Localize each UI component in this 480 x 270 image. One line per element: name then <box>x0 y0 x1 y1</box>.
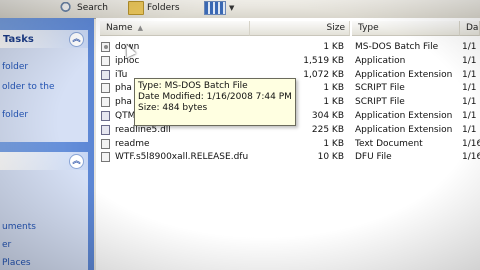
views-icon <box>204 0 226 15</box>
file-date: 1/1 <box>462 124 477 135</box>
file-row[interactable]: readme 1 KB Text Document 1/16/ <box>96 138 480 150</box>
column-header-name[interactable]: Name ▲ <box>100 21 250 36</box>
file-date: 1/1 <box>462 69 477 80</box>
file-icon <box>101 69 110 80</box>
file-size: 1,519 KB <box>303 55 344 66</box>
tasks-panel-header[interactable]: Tasks ︽ <box>0 30 88 48</box>
file-name: readme <box>115 138 150 149</box>
file-icon <box>101 83 110 94</box>
file-type: Application Extension <box>355 69 453 80</box>
file-name: iTu <box>115 69 128 80</box>
task-link-2[interactable]: older to the <box>2 82 54 92</box>
file-name: pha <box>115 97 132 108</box>
file-size: 225 KB <box>311 124 344 135</box>
column-header-date[interactable]: Da <box>460 21 480 36</box>
column-name-label: Name <box>106 23 133 33</box>
toolbar: Search Folders ▼ <box>0 0 480 19</box>
file-type: Application Extension <box>355 124 453 135</box>
explorer-window: Search Folders ▼ Tasks ︽ folder older to… <box>0 0 480 270</box>
file-icon <box>101 138 110 149</box>
tasks-header: Tasks <box>3 33 34 45</box>
file-list: Name ▲ Size Type Da down 1 KB MS-DOS Batch… <box>96 18 480 270</box>
file-date: 1/16/ <box>462 138 480 149</box>
views-button[interactable]: ▼ <box>204 0 234 15</box>
file-row[interactable]: down 1 KB MS-DOS Batch File 1/1 <box>96 42 480 53</box>
search-label: Search <box>77 2 108 13</box>
file-type: SCRIPT File <box>355 83 405 94</box>
file-tooltip: Type: MS-DOS Batch File Date Modified: 1… <box>134 78 296 126</box>
folder-icon <box>128 0 144 15</box>
file-row[interactable]: iphoc 1,519 KB Application 1/1 <box>96 55 480 67</box>
file-date: 1/1 <box>462 42 477 52</box>
file-icon <box>101 124 110 135</box>
file-type: MS-DOS Batch File <box>355 42 439 52</box>
file-name: WTF.s5l8900xall.RELEASE.dfu <box>115 152 249 163</box>
task-link-1[interactable]: folder <box>2 62 28 72</box>
place-link-2[interactable]: er <box>2 240 11 250</box>
task-pane: Tasks ︽ folder older to the folder ︽ ume… <box>0 18 94 270</box>
column-date-label: Da <box>466 23 479 33</box>
folders-button[interactable]: Folders <box>128 0 180 15</box>
file-icon <box>101 55 110 66</box>
collapse-icon-2[interactable]: ︽ <box>69 154 84 169</box>
file-date: 1/1 <box>462 55 477 66</box>
file-type: Text Document <box>355 138 423 149</box>
file-icon <box>101 152 110 163</box>
file-date: 1/16/ <box>462 152 480 163</box>
file-type: SCRIPT File <box>355 97 405 108</box>
file-icon <box>101 97 110 108</box>
file-type: Application <box>355 55 406 66</box>
places-panel-header[interactable]: ︽ <box>0 152 88 170</box>
column-header-size[interactable]: Size <box>250 21 350 36</box>
chevron-down-icon: ▼ <box>229 3 235 12</box>
file-date: 1/1 <box>462 111 477 121</box>
file-name: pha <box>115 83 132 94</box>
file-name: readline5.dll <box>115 124 171 135</box>
tooltip-date: Date Modified: 1/16/2008 7:44 PM <box>138 92 292 102</box>
sort-ascending-icon: ▲ <box>137 24 143 32</box>
file-size: 1 KB <box>323 42 344 52</box>
task-link-3[interactable]: folder <box>2 110 28 120</box>
file-icon <box>101 42 110 52</box>
column-header-type[interactable]: Type <box>352 21 460 36</box>
folders-label: Folders <box>147 2 180 13</box>
file-icon <box>101 111 110 121</box>
column-size-label: Size <box>326 23 345 33</box>
search-icon <box>60 1 74 14</box>
file-row[interactable]: readline5.dll 225 KB Application Extension… <box>96 124 480 136</box>
collapse-icon[interactable]: ︽ <box>69 32 84 47</box>
file-date: 1/1 <box>462 83 477 94</box>
tooltip-size: Size: 484 bytes <box>138 103 208 113</box>
file-size: 10 KB <box>317 152 344 163</box>
file-size: 1 KB <box>323 138 344 149</box>
search-button[interactable]: Search <box>60 0 108 15</box>
file-row[interactable]: WTF.s5l8900xall.RELEASE.dfu 10 KB DFU File… <box>96 152 480 163</box>
place-link-3[interactable]: Places <box>2 258 31 268</box>
tooltip-type: Type: MS-DOS Batch File <box>138 81 248 91</box>
file-date: 1/1 <box>462 97 477 108</box>
place-link-1[interactable]: uments <box>2 222 36 232</box>
file-type: DFU File <box>355 152 392 163</box>
file-type: Application Extension <box>355 111 453 121</box>
column-type-label: Type <box>358 23 379 33</box>
